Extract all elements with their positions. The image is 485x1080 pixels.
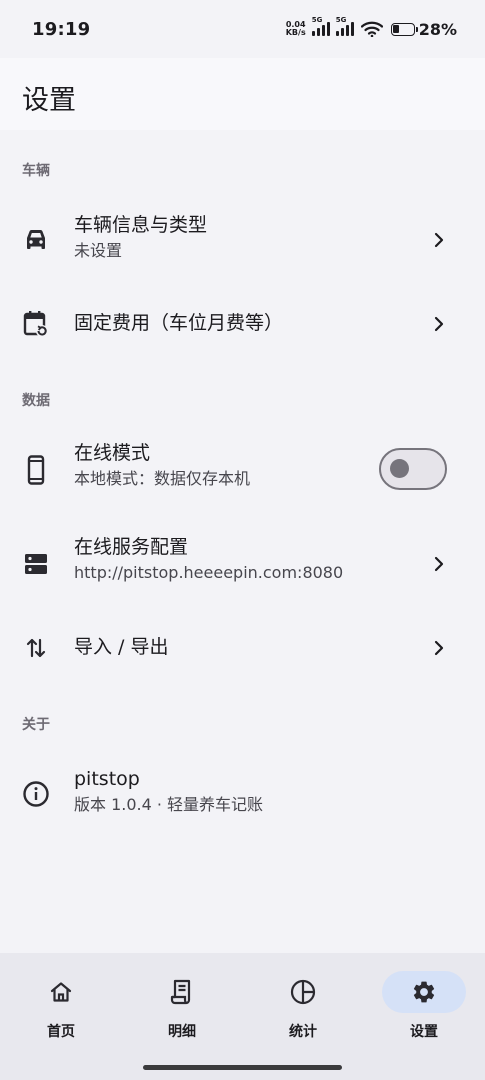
service-config-url: http://pitstop.heeeepin.com:8080: [74, 563, 344, 582]
vehicle-info-row[interactable]: 车辆信息与类型 未设置: [0, 196, 485, 284]
nav-item-settings[interactable]: 设置: [382, 971, 466, 1051]
online-mode-toggle[interactable]: [379, 448, 447, 490]
swap-vertical-icon: [22, 634, 50, 662]
import-export-title: 导入 / 导出: [74, 636, 169, 658]
server-icon: [22, 550, 50, 578]
section-header-vehicle: 车辆: [22, 163, 50, 179]
online-mode-title: 在线模式: [74, 442, 151, 464]
service-config-title: 在线服务配置: [74, 536, 189, 558]
vehicle-info-subtitle: 未设置: [74, 241, 123, 260]
status-bar: 19:19 0.04 KB/s 5G 5G 28%: [0, 0, 485, 58]
info-icon: [22, 780, 50, 808]
page-title: 设置: [22, 85, 76, 116]
calendar-refresh-icon: [22, 310, 50, 338]
battery-indicator: 28%: [390, 19, 457, 39]
battery-percent: 28%: [418, 19, 457, 39]
chevron-right-icon: [434, 316, 444, 332]
status-icons: 0.04 KB/s 5G 5G 28%: [286, 16, 457, 39]
fixed-costs-title: 固定费用（车位月费等）: [74, 312, 284, 334]
vehicle-info-text: 车辆信息与类型 未设置: [74, 212, 207, 262]
app-info-title: pitstop: [74, 768, 140, 790]
home-icon: [19, 971, 103, 1013]
phone-icon: [22, 455, 50, 485]
toggle-knob: [390, 459, 409, 478]
import-export-row[interactable]: 导入 / 导出: [0, 612, 485, 684]
chevron-right-icon: [434, 556, 444, 572]
signal-icon-2: 5G: [335, 16, 354, 36]
nav-label-home: 首页: [47, 1024, 75, 1040]
nav-item-details[interactable]: 明细: [140, 971, 224, 1051]
receipt-icon: [140, 971, 224, 1013]
signal-icon: 5G: [311, 16, 330, 36]
vehicle-info-title: 车辆信息与类型: [74, 214, 208, 236]
online-mode-subtitle: 本地模式：数据仅存本机: [74, 469, 251, 488]
app-header: 设置: [0, 58, 485, 130]
net-speed: 0.04 KB/s: [286, 21, 306, 37]
fixed-costs-row[interactable]: 固定费用（车位月费等）: [0, 288, 485, 360]
home-indicator[interactable]: [143, 1065, 342, 1070]
app-info-row[interactable]: pitstop 版本 1.0.4 · 轻量养车记账: [0, 750, 485, 838]
app-info-subtitle: 版本 1.0.4 · 轻量养车记账: [74, 795, 264, 814]
service-config-text: 在线服务配置 http://pitstop.heeeepin.com:8080: [74, 534, 343, 584]
app-info-text: pitstop 版本 1.0.4 · 轻量养车记账: [74, 766, 263, 816]
section-header-about: 关于: [22, 717, 50, 733]
pie-chart-icon: [261, 971, 345, 1013]
online-mode-text: 在线模式 本地模式：数据仅存本机: [74, 440, 250, 490]
battery-icon: [390, 22, 418, 36]
nav-label-details: 明细: [168, 1024, 196, 1040]
fixed-costs-text: 固定费用（车位月费等）: [74, 310, 283, 336]
sim2-tag: 5G: [335, 16, 347, 24]
nav-label-stats: 统计: [289, 1024, 317, 1040]
status-time: 19:19: [32, 18, 91, 40]
online-mode-row[interactable]: 在线模式 本地模式：数据仅存本机: [0, 426, 485, 514]
sim1-tag: 5G: [311, 16, 323, 24]
nav-item-home[interactable]: 首页: [19, 971, 103, 1051]
chevron-right-icon: [434, 640, 444, 656]
service-config-row[interactable]: 在线服务配置 http://pitstop.heeeepin.com:8080: [0, 520, 485, 608]
nav-label-settings: 设置: [410, 1024, 438, 1040]
chevron-right-icon: [434, 232, 444, 248]
gear-icon: [382, 971, 466, 1013]
car-icon: [22, 226, 50, 254]
import-export-text: 导入 / 导出: [74, 634, 168, 660]
nav-item-stats[interactable]: 统计: [261, 971, 345, 1051]
net-speed-unit: KB/s: [285, 28, 306, 37]
bottom-nav: 首页 明细 统计 设置: [0, 953, 485, 1080]
section-header-data: 数据: [22, 393, 50, 409]
wifi-icon: [360, 21, 383, 37]
